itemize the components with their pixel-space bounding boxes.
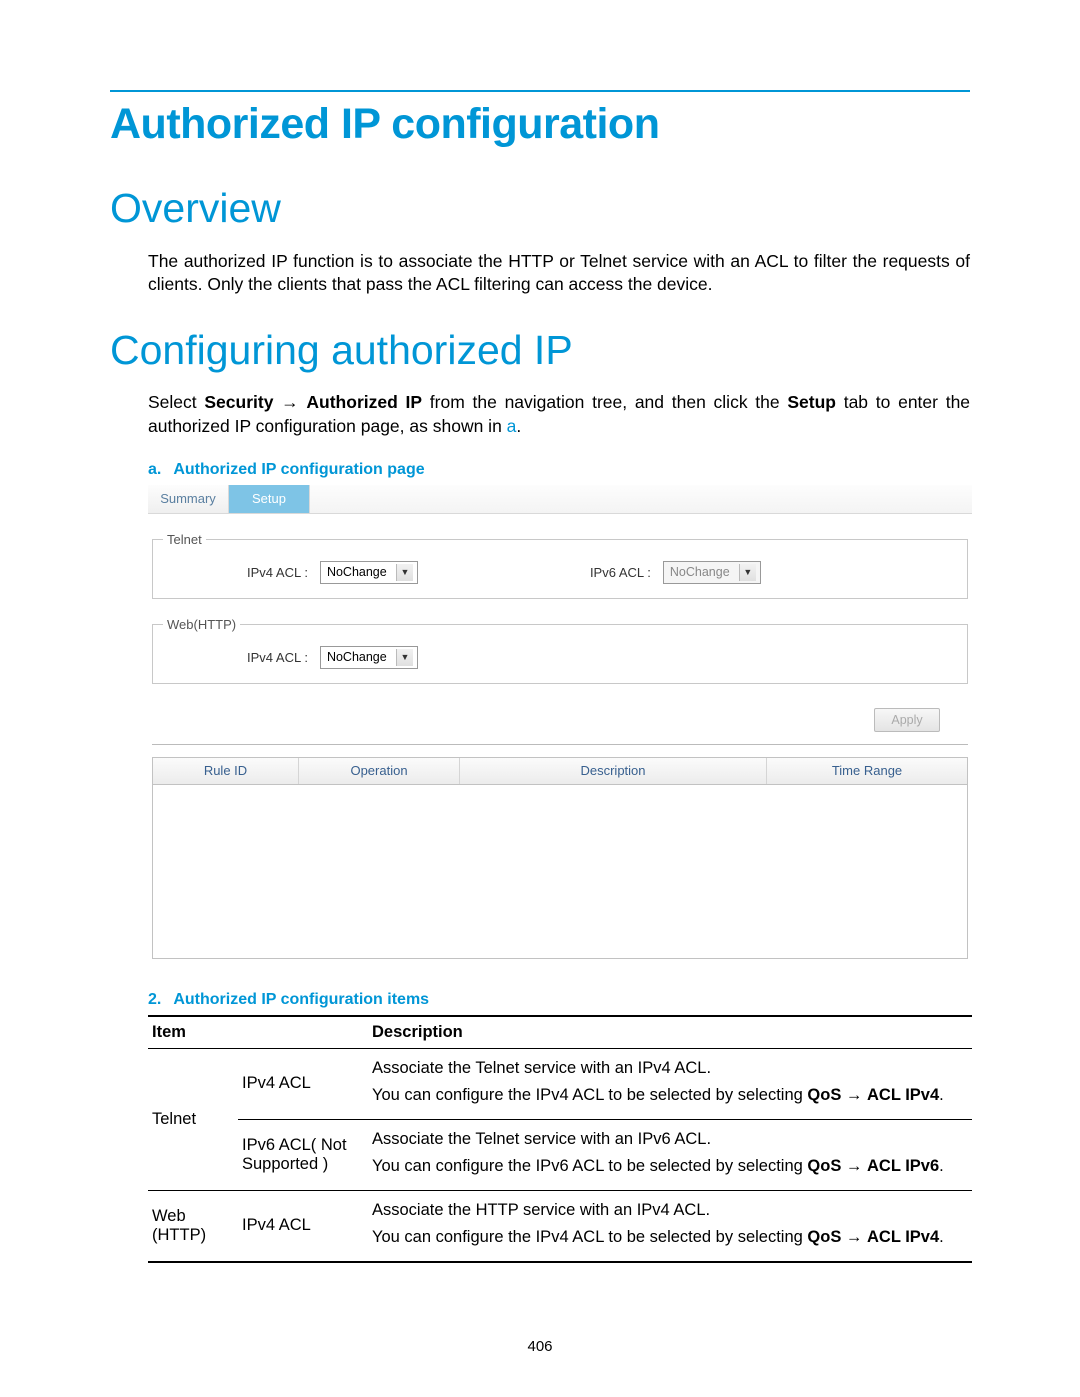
- nav-acl: ACL IPv6: [867, 1157, 939, 1175]
- cell-sub: IPv4 ACL: [238, 1048, 368, 1119]
- desc-line: You can configure the IPv4 ACL to be sel…: [372, 1086, 968, 1105]
- arrow-icon: →: [841, 1228, 867, 1246]
- text-fragment: .: [939, 1086, 944, 1104]
- cell-desc: Associate the HTTP service with an IPv4 …: [368, 1190, 972, 1262]
- apply-button[interactable]: Apply: [874, 708, 940, 732]
- web-legend: Web(HTTP): [163, 617, 240, 632]
- nav-security: Security: [204, 392, 273, 412]
- telnet-ipv4-select[interactable]: NoChange ▼: [320, 561, 418, 584]
- page-title: Authorized IP configuration: [110, 100, 970, 149]
- section-configuring-heading: Configuring authorized IP: [110, 327, 970, 374]
- caption-index: a.: [148, 461, 161, 478]
- telnet-ipv4-label: IPv4 ACL :: [247, 565, 308, 580]
- web-http-panel: Web(HTTP) IPv4 ACL : NoChange ▼: [152, 617, 968, 684]
- desc-line: Associate the Telnet service with an IPv…: [372, 1130, 968, 1149]
- arrow-icon: →: [841, 1086, 867, 1104]
- text-fragment: .: [516, 416, 521, 436]
- text-fragment: Select: [148, 392, 204, 412]
- text-fragment: .: [939, 1228, 944, 1246]
- chevron-down-icon: ▼: [739, 564, 756, 581]
- figure-caption: a. Authorized IP configuration page: [148, 461, 970, 479]
- text-fragment: You can configure the IPv4 ACL to be sel…: [372, 1228, 807, 1246]
- nav-setup: Setup: [787, 392, 836, 412]
- desc-line: Associate the HTTP service with an IPv4 …: [372, 1201, 968, 1220]
- overview-paragraph: The authorized IP function is to associa…: [148, 250, 970, 297]
- figure-ref-link[interactable]: a: [507, 416, 517, 436]
- cell-sub: IPv4 ACL: [238, 1190, 368, 1262]
- table-row: Web (HTTP) IPv4 ACL Associate the HTTP s…: [148, 1190, 972, 1262]
- page-number: 406: [0, 1338, 1080, 1355]
- desc-line: Associate the Telnet service with an IPv…: [372, 1059, 968, 1078]
- grid-header-operation[interactable]: Operation: [299, 758, 460, 784]
- tab-setup[interactable]: Setup: [229, 485, 310, 513]
- select-value: NoChange: [327, 565, 387, 579]
- telnet-panel: Telnet IPv4 ACL : NoChange ▼ IPv6 ACL : …: [152, 532, 968, 599]
- caption-text: Authorized IP configuration items: [173, 991, 429, 1008]
- configuring-paragraph: Select Security → Authorized IP from the…: [148, 391, 970, 438]
- text-fragment: from the navigation tree, and then click…: [422, 392, 787, 412]
- select-value: NoChange: [670, 565, 730, 579]
- config-items-table: Item Description Telnet IPv4 ACL Associa…: [148, 1015, 972, 1263]
- cell-desc: Associate the Telnet service with an IPv…: [368, 1048, 972, 1119]
- nav-acl: ACL IPv4: [867, 1228, 939, 1246]
- desc-line: You can configure the IPv4 ACL to be sel…: [372, 1228, 968, 1247]
- section-overview-heading: Overview: [110, 185, 970, 232]
- caption-index: 2.: [148, 991, 161, 1008]
- nav-authorized-ip: Authorized IP: [306, 392, 422, 412]
- cell-category: Telnet: [148, 1048, 238, 1190]
- apply-row: Apply: [152, 702, 968, 745]
- table-row: IPv6 ACL( Not Supported ) Associate the …: [148, 1119, 972, 1190]
- text-fragment: You can configure the IPv6 ACL to be sel…: [372, 1157, 807, 1175]
- tab-summary[interactable]: Summary: [148, 485, 229, 513]
- th-item: Item: [148, 1016, 368, 1049]
- cell-sub: IPv6 ACL( Not Supported ): [238, 1119, 368, 1190]
- grid-header-rule-id[interactable]: Rule ID: [153, 758, 299, 784]
- caption-text: Authorized IP configuration page: [173, 461, 424, 478]
- table-row: Telnet IPv4 ACL Associate the Telnet ser…: [148, 1048, 972, 1119]
- grid-header-description[interactable]: Description: [460, 758, 767, 784]
- telnet-ipv6-label: IPv6 ACL :: [590, 565, 651, 580]
- nav-qos: QoS: [807, 1228, 841, 1246]
- arrow-icon: →: [841, 1157, 867, 1175]
- header-rule: [110, 90, 970, 92]
- arrow-icon: →: [273, 392, 306, 412]
- nav-qos: QoS: [807, 1157, 841, 1175]
- text-fragment: .: [939, 1157, 944, 1175]
- acl-rule-grid: Rule ID Operation Description Time Range: [152, 757, 968, 959]
- telnet-ipv6-select[interactable]: NoChange ▼: [663, 561, 761, 584]
- cell-desc: Associate the Telnet service with an IPv…: [368, 1119, 972, 1190]
- chevron-down-icon: ▼: [396, 649, 413, 666]
- select-value: NoChange: [327, 650, 387, 664]
- nav-qos: QoS: [807, 1086, 841, 1104]
- grid-header-time-range[interactable]: Time Range: [767, 758, 967, 784]
- figure-authorized-ip-page: Summary Setup Telnet IPv4 ACL : NoChange…: [148, 485, 972, 969]
- desc-line: You can configure the IPv6 ACL to be sel…: [372, 1157, 968, 1176]
- web-ipv4-select[interactable]: NoChange ▼: [320, 646, 418, 669]
- cell-category: Web (HTTP): [148, 1190, 238, 1262]
- text-fragment: You can configure the IPv4 ACL to be sel…: [372, 1086, 807, 1104]
- chevron-down-icon: ▼: [396, 564, 413, 581]
- telnet-legend: Telnet: [163, 532, 206, 547]
- tab-bar: Summary Setup: [148, 485, 972, 514]
- nav-acl: ACL IPv4: [867, 1086, 939, 1104]
- th-description: Description: [368, 1016, 972, 1049]
- web-ipv4-label: IPv4 ACL :: [247, 650, 308, 665]
- items-caption: 2. Authorized IP configuration items: [148, 991, 970, 1009]
